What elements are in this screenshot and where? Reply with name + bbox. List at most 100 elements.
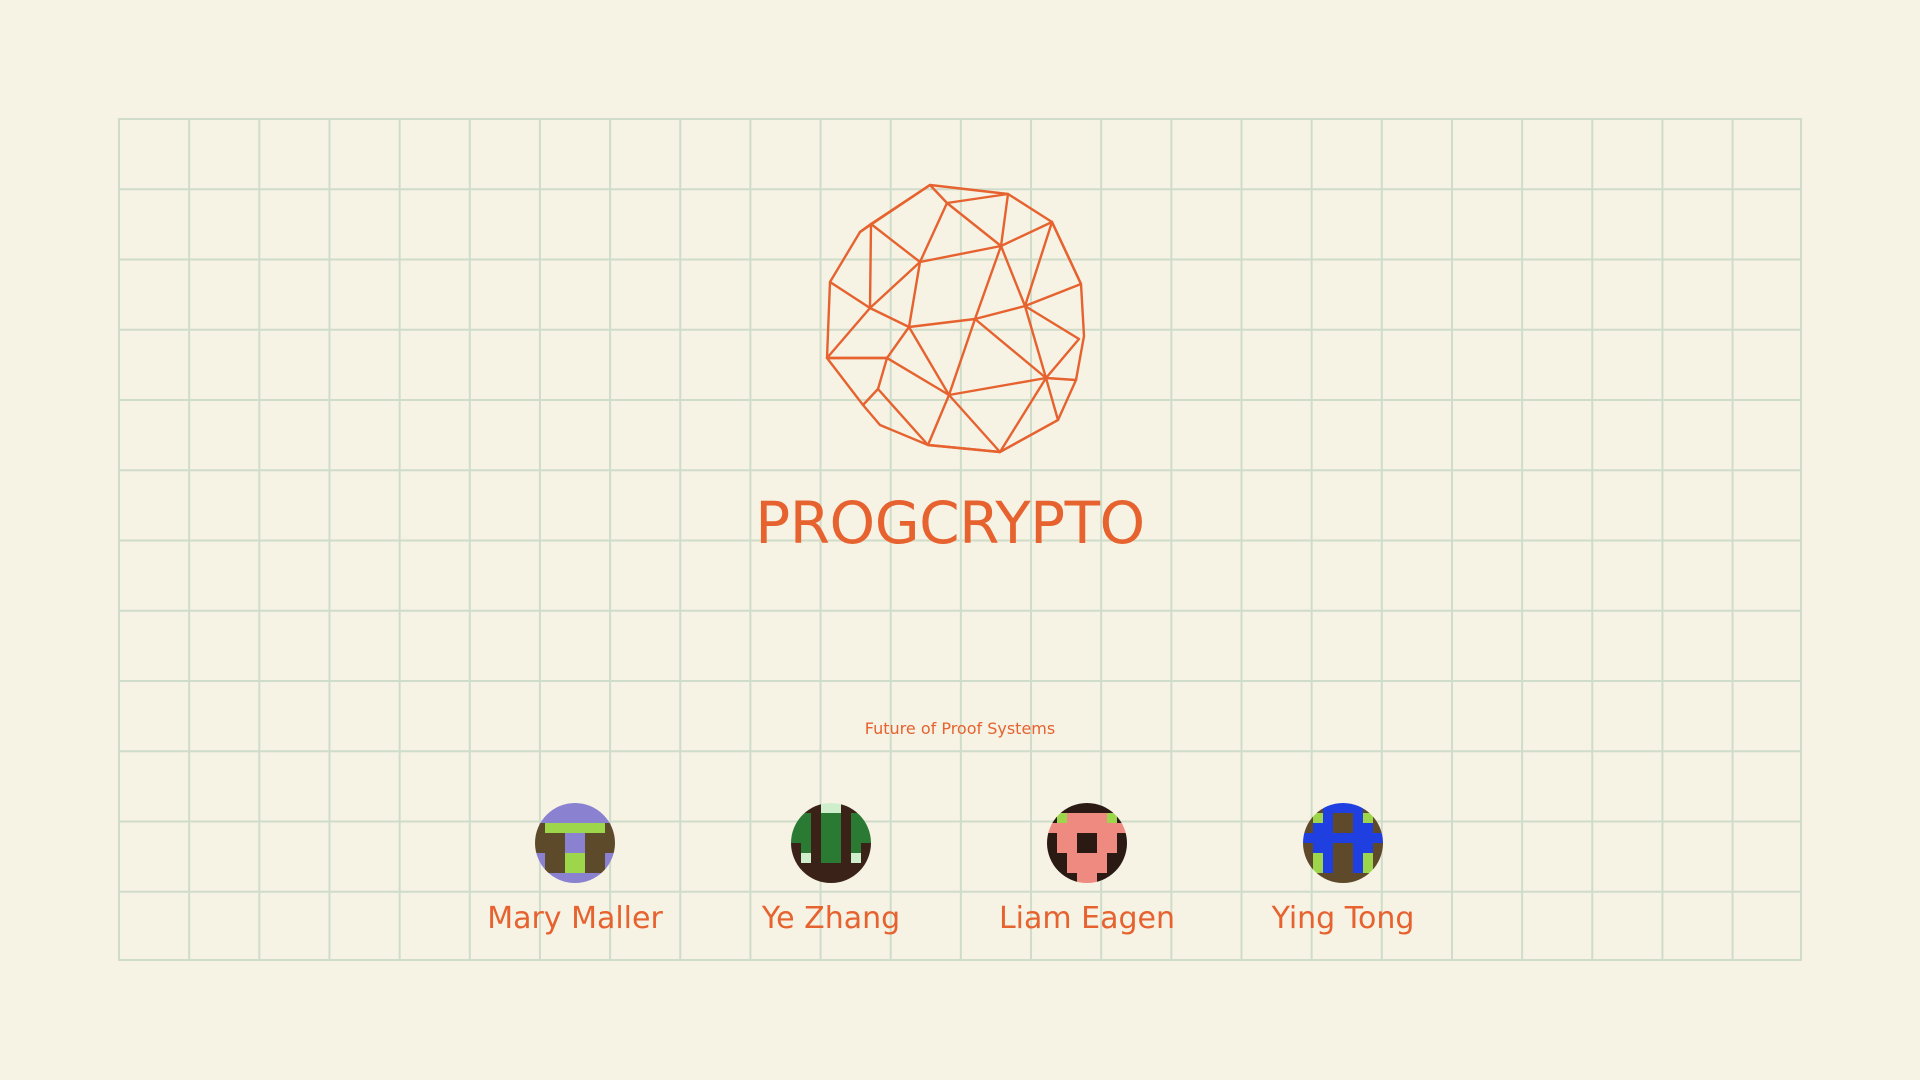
avatar-pixel (1313, 853, 1323, 863)
avatar-pixel (791, 803, 801, 813)
avatar-pixel (1323, 803, 1333, 813)
avatar-pixel (1057, 803, 1067, 813)
avatar-pixel (1107, 813, 1117, 823)
speaker-card: Ying Tong (1233, 803, 1453, 937)
avatar-pixel (1313, 803, 1323, 813)
avatar-pixel (1117, 863, 1127, 873)
avatar-pixel (1373, 863, 1383, 873)
avatar-pixel (545, 833, 555, 843)
avatar-pixel (535, 803, 545, 813)
avatar-pixel (791, 813, 801, 823)
avatar-pixel (1303, 823, 1313, 833)
avatar-pixel (831, 803, 841, 813)
avatar-pixel (605, 863, 615, 873)
avatar-pixel (535, 863, 545, 873)
avatar-pixel (1097, 813, 1107, 823)
avatar-pixel (851, 853, 861, 863)
avatar-pixel (851, 823, 861, 833)
avatar-pixel (861, 833, 871, 843)
avatar-pixel (605, 833, 615, 843)
avatar-pixel (1313, 873, 1323, 883)
avatar-pixel (1343, 803, 1353, 813)
avatar-pixel (841, 813, 851, 823)
avatar-pixel (535, 833, 545, 843)
avatar-pixel (1333, 823, 1343, 833)
avatar-pixel (1343, 843, 1353, 853)
avatar-pixel (841, 863, 851, 873)
avatar-pixel (1057, 843, 1067, 853)
avatar-pixel (1097, 843, 1107, 853)
avatar-pixel (811, 873, 821, 883)
avatar-pixel (1343, 853, 1353, 863)
avatar-pixel (811, 863, 821, 873)
avatar-pixel (801, 853, 811, 863)
avatar-pixel (1333, 873, 1343, 883)
avatar-pixel (595, 853, 605, 863)
avatar-pixel (585, 863, 595, 873)
speaker-name: Liam Eagen (998, 901, 1176, 936)
avatar-pixel (1097, 863, 1107, 873)
avatar-pixel (535, 853, 545, 863)
avatar-pixel (1303, 863, 1313, 873)
avatar-pixel (831, 863, 841, 873)
avatar-pixel (1107, 863, 1117, 873)
avatar-pixel (575, 843, 585, 853)
avatar-pixel (585, 803, 595, 813)
avatar-pixel (1313, 843, 1323, 853)
avatar-pixel (1067, 843, 1077, 853)
avatar-pixel (791, 843, 801, 853)
avatar-pixel (821, 843, 831, 853)
avatar-pixel (851, 803, 861, 813)
avatar-pixel (811, 823, 821, 833)
avatar-pixel (1303, 803, 1313, 813)
avatar-pixel (555, 843, 565, 853)
avatar-pixel (1323, 823, 1333, 833)
avatar-pixel (545, 813, 555, 823)
avatar-pixel (801, 813, 811, 823)
avatar-pixel (821, 873, 831, 883)
avatar-pixel (565, 813, 575, 823)
avatar-pixel (1117, 823, 1127, 833)
avatar-pixel (1057, 853, 1067, 863)
avatar-pixel (535, 843, 545, 853)
avatar-pixel (575, 873, 585, 883)
avatar-pixel (545, 853, 555, 863)
avatar-pixel (1353, 863, 1363, 873)
avatar-pixel (791, 823, 801, 833)
avatar-pixel (1087, 843, 1097, 853)
avatar-pixel (1373, 833, 1383, 843)
avatar-pixel (605, 803, 615, 813)
avatar-pixel (575, 833, 585, 843)
speaker-card: Liam Eagen (977, 803, 1197, 937)
speaker-name: Ye Zhang (761, 901, 901, 936)
avatar-pixel (1077, 813, 1087, 823)
avatar-pixel (565, 873, 575, 883)
avatar-pixel (1067, 873, 1077, 883)
avatar-pixel (605, 823, 615, 833)
avatar-pixel (1077, 843, 1087, 853)
avatar-pixel (565, 833, 575, 843)
avatar-pixel (595, 833, 605, 843)
avatar-pixel (841, 803, 851, 813)
avatar-pixel (841, 823, 851, 833)
avatar-pixel (1323, 853, 1333, 863)
avatar-pixel (821, 863, 831, 873)
avatar-pixel (565, 843, 575, 853)
avatar-pixel (1077, 873, 1087, 883)
avatar-pixel (831, 813, 841, 823)
avatar-pixel (841, 873, 851, 883)
avatar-pixel (1047, 873, 1057, 883)
avatar-pixel (821, 813, 831, 823)
avatar-pixel (1117, 843, 1127, 853)
avatar-pixel (811, 843, 821, 853)
avatar-pixel (565, 803, 575, 813)
avatar-pixel (555, 803, 565, 813)
avatar-pixel (1373, 803, 1383, 813)
avatar-pixel (545, 803, 555, 813)
avatar-pixel (1087, 833, 1097, 843)
avatar-pixel (545, 863, 555, 873)
avatar-pixel (1057, 823, 1067, 833)
avatar-pixel (851, 813, 861, 823)
avatar-pixel (1087, 823, 1097, 833)
avatar-pixel (1343, 813, 1353, 823)
